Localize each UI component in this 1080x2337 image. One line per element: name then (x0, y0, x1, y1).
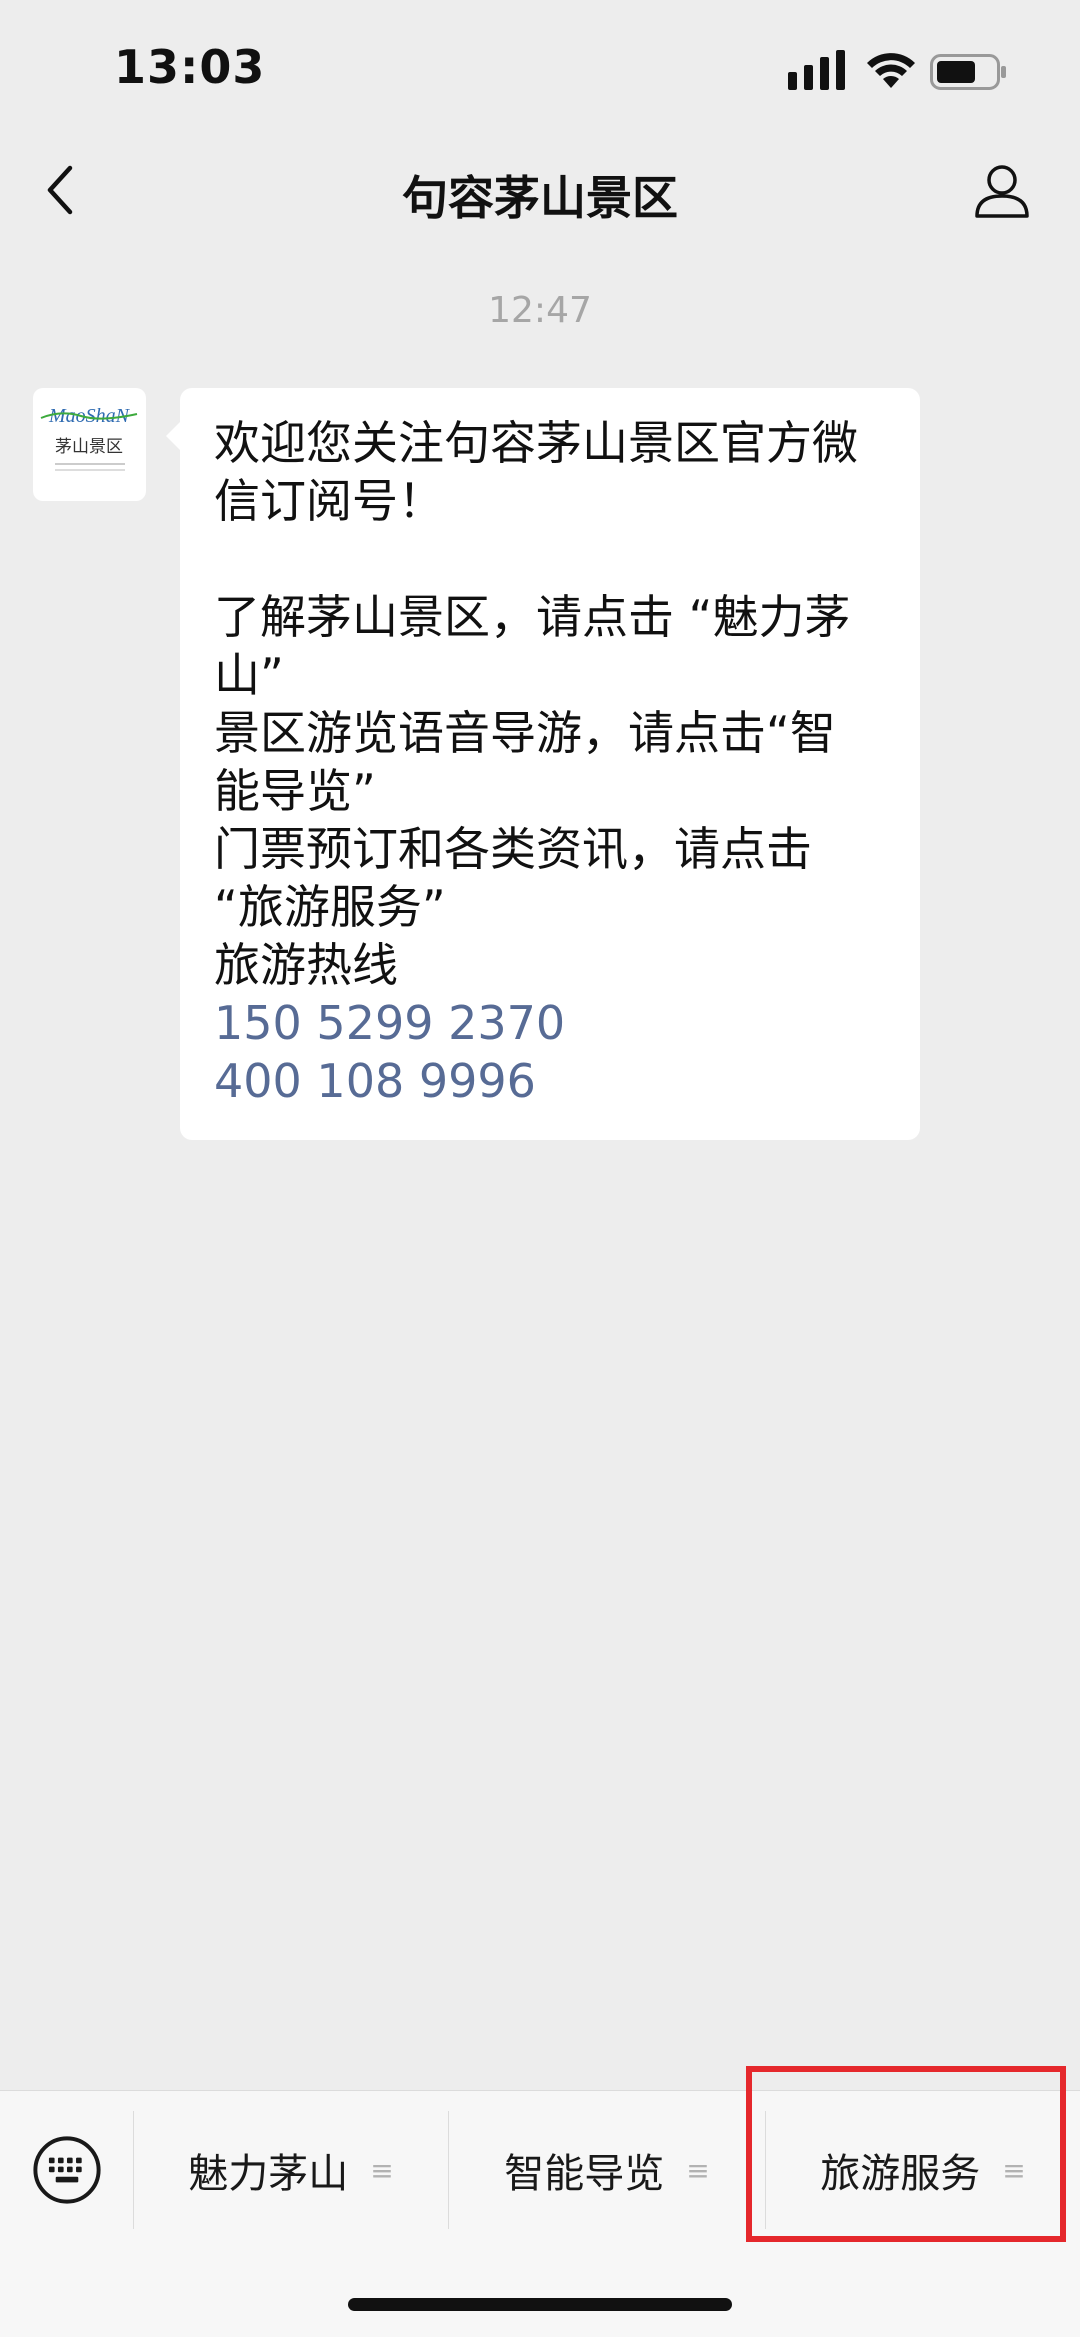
wifi-icon (867, 53, 915, 88)
message-line: 山” (214, 648, 284, 702)
phone-link[interactable]: 400 108 9996 (214, 1052, 886, 1110)
chat-screen: 13:03 句容茅山景区 12:47 MaoShaN 茅山景区 欢迎您关注句容茅… (0, 0, 1080, 2337)
message-line: 景区游览语音导游，请点击“智 (214, 706, 836, 760)
phone-link[interactable]: 150 5299 2370 (214, 994, 886, 1052)
menu-item-zhineng-daolan[interactable]: 智能导览 ≡ (449, 2111, 765, 2229)
home-indicator[interactable] (348, 2298, 732, 2311)
signal-icon (788, 50, 845, 90)
battery-icon (930, 54, 1006, 90)
submenu-icon: ≡ (686, 2153, 710, 2187)
nav-bar: 句容茅山景区 (0, 130, 1080, 250)
message-line: “旅游服务” (214, 880, 446, 934)
avatar[interactable]: MaoShaN 茅山景区 (33, 388, 146, 501)
maoshan-logo: MaoShaN 茅山景区 (40, 405, 138, 471)
person-icon[interactable] (972, 160, 1032, 220)
message-line: 能导览” (214, 764, 376, 818)
status-time: 13:03 (114, 40, 266, 94)
message-line: 欢迎您关注句容茅山景区官方微 (214, 416, 858, 470)
page-title: 句容茅山景区 (402, 171, 678, 225)
logo-subtext: 茅山景区 (55, 437, 123, 456)
message-line: 了解茅山景区，请点击 “魅力茅 (214, 590, 851, 644)
message-timestamp: 12:47 (488, 290, 592, 331)
highlight-annotation (746, 2066, 1066, 2242)
message-line: 旅游热线 (214, 938, 398, 992)
message-line: 信订阅号！ (214, 474, 444, 528)
menu-item-meili-maoshan[interactable]: 魅力茅山 ≡ (134, 2111, 448, 2229)
message-bubble: 欢迎您关注句容茅山景区官方微 信订阅号！ 了解茅山景区，请点击 “魅力茅 山” … (166, 388, 920, 1140)
status-bar: 13:03 (0, 0, 1080, 130)
keyboard-icon[interactable] (32, 2135, 102, 2205)
logo-text: MaoShaN (48, 405, 131, 427)
submenu-icon: ≡ (370, 2153, 394, 2187)
menu-item-label: 智能导览 (504, 2151, 665, 2197)
menu-item-label: 魅力茅山 (188, 2151, 349, 2197)
message-line: 门票预订和各类资讯，请点击 (214, 822, 812, 876)
